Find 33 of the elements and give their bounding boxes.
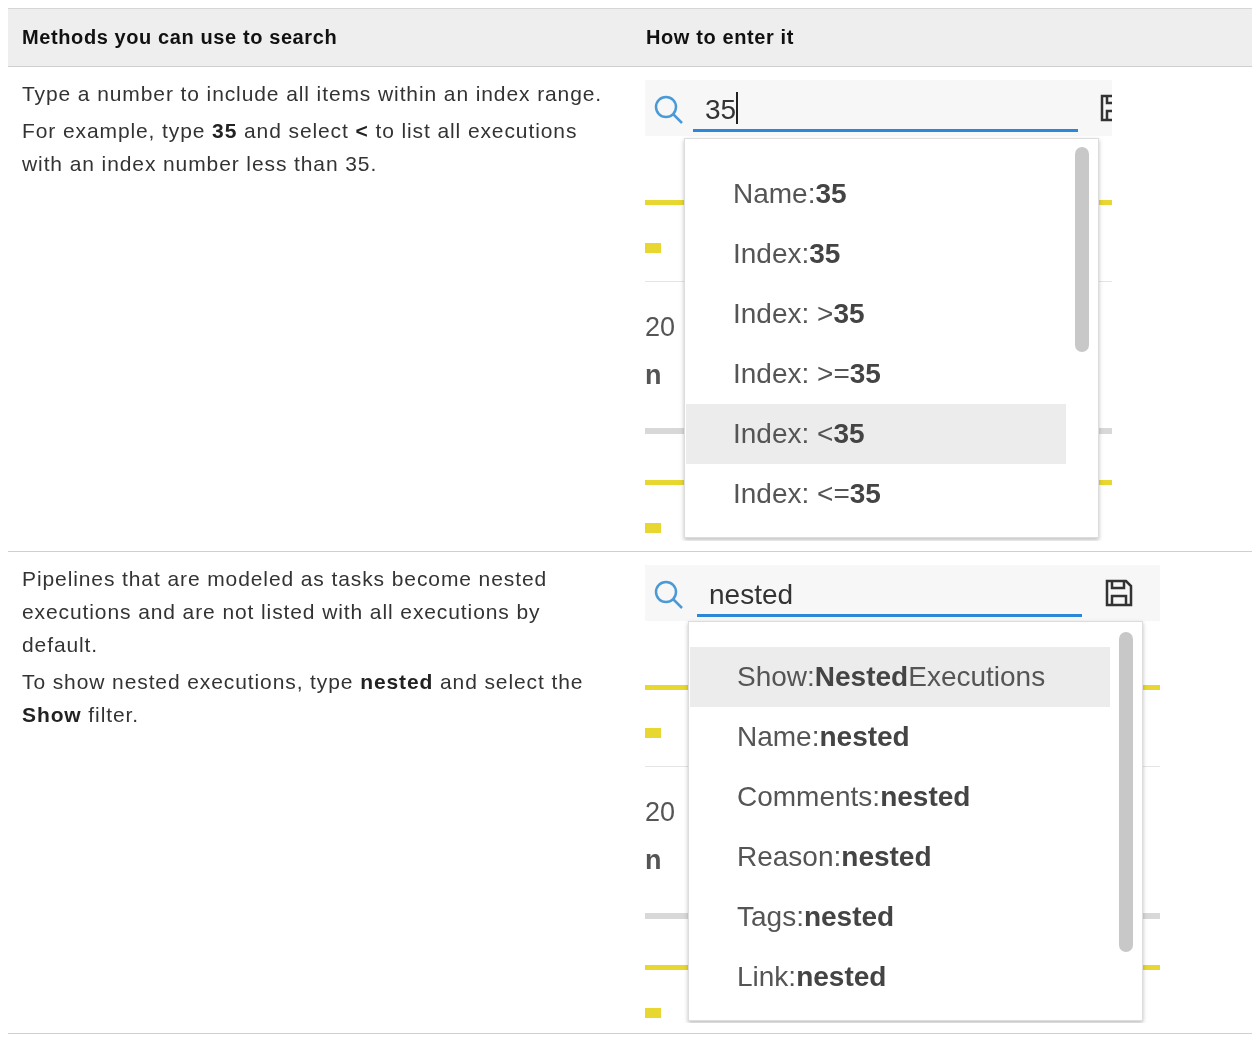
background-text: 20 <box>645 312 676 343</box>
status-marker <box>645 1008 661 1018</box>
suggestion-item[interactable]: Name:35 <box>686 164 1066 224</box>
status-marker <box>645 523 661 533</box>
description-text: To show nested executions, type nested and select the Show filter. <box>22 669 585 728</box>
background-text: 20 <box>645 797 676 828</box>
column-header: Methods you can use to search <box>21 26 339 49</box>
background-text: n <box>645 845 662 876</box>
status-marker <box>645 728 661 738</box>
search-input-field[interactable]: nested <box>697 575 1082 617</box>
description-text: Type a number to include all items within an index range. <box>22 81 604 107</box>
suggestion-item[interactable]: Name:nested <box>690 707 1110 767</box>
background-text: n <box>645 360 662 391</box>
suggestion-item[interactable]: Show:NestedExecutions <box>690 647 1110 707</box>
search-icon[interactable] <box>653 94 685 126</box>
suggestion-item[interactable]: Index: <=35 <box>686 464 1066 524</box>
suggestion-item[interactable]: Comments:nested <box>690 767 1110 827</box>
suggestion-item[interactable]: Index: <35 <box>686 404 1066 464</box>
suggestion-item[interactable]: Reason:nested <box>690 827 1110 887</box>
description-text: Pipelines that are modeled as tasks become nested executions and are not listed with all executions by default. <box>22 566 549 658</box>
scrollbar-thumb[interactable] <box>1119 632 1133 952</box>
status-marker <box>645 243 661 253</box>
scrollbar-thumb[interactable] <box>1075 147 1089 352</box>
suggestion-item[interactable]: Link:nested <box>690 947 1110 1007</box>
description-text: For example, type 35 and select < to list all executions with an index number less than 35. <box>22 118 579 177</box>
search-input-field[interactable]: 35 <box>693 90 1078 132</box>
search-icon[interactable] <box>653 579 685 611</box>
column-header: How to enter it <box>645 26 795 49</box>
suggestion-item[interactable]: Index: >=35 <box>686 344 1066 404</box>
text-cursor <box>736 92 739 124</box>
suggestion-item[interactable]: Index:35 <box>686 224 1066 284</box>
suggestion-item[interactable]: Index: >35 <box>686 284 1066 344</box>
suggestion-item[interactable]: Tags:nested <box>690 887 1110 947</box>
